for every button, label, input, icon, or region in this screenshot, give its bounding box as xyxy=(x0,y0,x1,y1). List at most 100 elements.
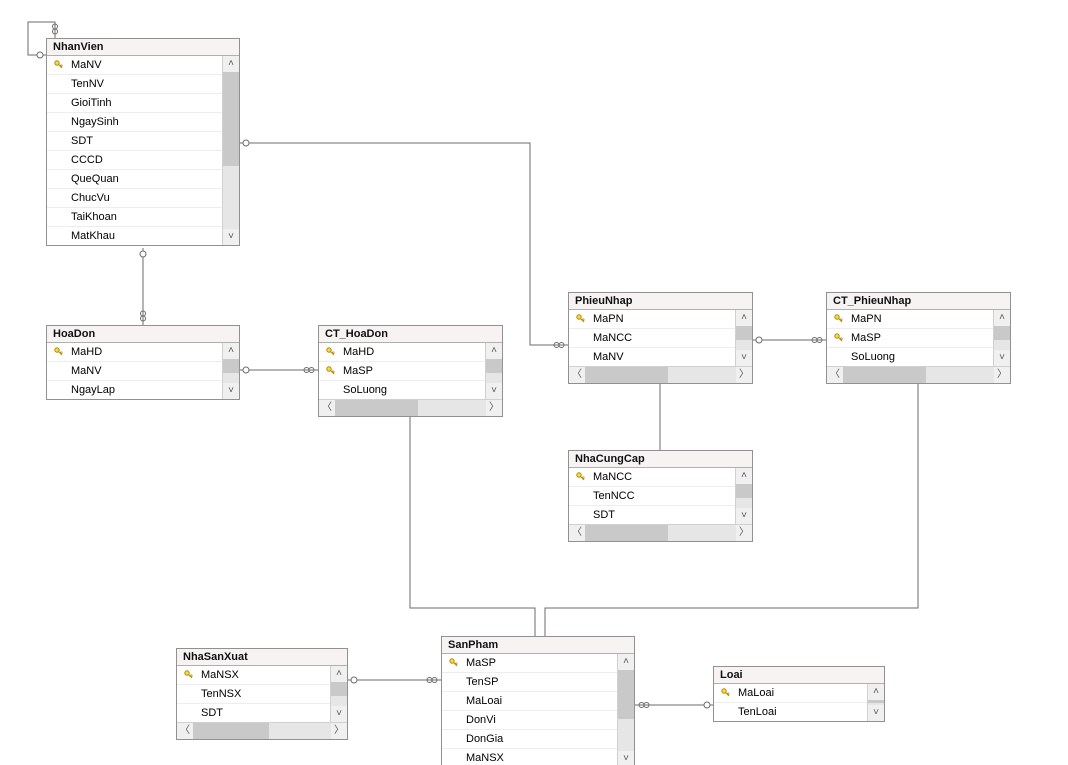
scroll-track[interactable] xyxy=(223,359,239,383)
table-nhasanxuat[interactable]: NhaSanXuatMaNSXTenNSXSDT˄˅〈〉 xyxy=(176,648,348,740)
scroll-down-button[interactable]: ˅ xyxy=(994,350,1010,366)
table-row[interactable]: MaHD xyxy=(319,343,485,362)
table-row[interactable]: MaNCC xyxy=(569,468,735,487)
table-row[interactable]: SDT xyxy=(177,704,330,722)
vertical-scrollbar[interactable]: ˄˅ xyxy=(330,666,347,722)
scroll-track[interactable] xyxy=(585,525,736,541)
horizontal-scrollbar[interactable]: 〈〉 xyxy=(569,524,752,541)
table-row[interactable]: MatKhau xyxy=(47,227,222,245)
table-title[interactable]: CT_PhieuNhap xyxy=(827,293,1010,310)
table-title[interactable]: Loai xyxy=(714,667,884,684)
scroll-down-button[interactable]: ˅ xyxy=(618,751,634,765)
table-nhanvien[interactable]: NhanVienMaNVTenNVGioiTinhNgaySinhSDTCCCD… xyxy=(46,38,240,246)
table-title[interactable]: PhieuNhap xyxy=(569,293,752,310)
table-title[interactable]: CT_HoaDon xyxy=(319,326,502,343)
table-nhacungcap[interactable]: NhaCungCapMaNCCTenNCCSDT˄˅〈〉 xyxy=(568,450,753,542)
scroll-thumb[interactable] xyxy=(618,670,634,719)
scroll-left-button[interactable]: 〈 xyxy=(177,723,193,739)
scroll-up-button[interactable]: ˄ xyxy=(994,310,1010,326)
table-row[interactable]: SoLuong xyxy=(827,348,993,366)
table-row[interactable]: TaiKhoan xyxy=(47,208,222,227)
scroll-right-button[interactable]: 〉 xyxy=(994,367,1010,383)
scroll-up-button[interactable]: ˄ xyxy=(736,310,752,326)
table-row[interactable]: MaNV xyxy=(569,348,735,366)
scroll-down-button[interactable]: ˅ xyxy=(868,705,884,721)
table-ctphieunhap[interactable]: CT_PhieuNhapMaPNMaSPSoLuong˄˅〈〉 xyxy=(826,292,1011,384)
scroll-up-button[interactable]: ˄ xyxy=(331,666,347,682)
vertical-scrollbar[interactable]: ˄˅ xyxy=(617,654,634,765)
scroll-up-button[interactable]: ˄ xyxy=(223,343,239,359)
table-row[interactable]: MaSP xyxy=(442,654,617,673)
table-row[interactable]: DonGia xyxy=(442,730,617,749)
diagram-canvas[interactable]: NhanVienMaNVTenNVGioiTinhNgaySinhSDTCCCD… xyxy=(0,0,1068,765)
scroll-track[interactable] xyxy=(994,326,1010,350)
vertical-scrollbar[interactable]: ˄˅ xyxy=(993,310,1010,366)
scroll-right-button[interactable]: 〉 xyxy=(331,723,347,739)
horizontal-scrollbar[interactable]: 〈〉 xyxy=(319,399,502,416)
scroll-left-button[interactable]: 〈 xyxy=(569,367,585,383)
horizontal-scrollbar[interactable]: 〈〉 xyxy=(177,722,347,739)
scroll-left-button[interactable]: 〈 xyxy=(319,400,335,416)
table-phieunhap[interactable]: PhieuNhapMaPNMaNCCMaNV˄˅〈〉 xyxy=(568,292,753,384)
scroll-thumb[interactable] xyxy=(193,723,269,739)
table-row[interactable]: TenLoai xyxy=(714,703,867,721)
scroll-thumb[interactable] xyxy=(331,682,347,696)
table-row[interactable]: MaNCC xyxy=(569,329,735,348)
table-row[interactable]: MaNV xyxy=(47,362,222,381)
scroll-track[interactable] xyxy=(843,367,994,383)
scroll-left-button[interactable]: 〈 xyxy=(569,525,585,541)
scroll-thumb[interactable] xyxy=(335,400,418,416)
table-row[interactable]: MaLoai xyxy=(714,684,867,703)
scroll-up-button[interactable]: ˄ xyxy=(736,468,752,484)
table-row[interactable]: MaNV xyxy=(47,56,222,75)
scroll-thumb[interactable] xyxy=(736,484,752,498)
table-row[interactable]: TenSP xyxy=(442,673,617,692)
horizontal-scrollbar[interactable]: 〈〉 xyxy=(569,366,752,383)
table-row[interactable]: MaPN xyxy=(569,310,735,329)
scroll-thumb[interactable] xyxy=(223,359,239,373)
table-row[interactable]: SDT xyxy=(569,506,735,524)
scroll-track[interactable] xyxy=(618,670,634,751)
scroll-track[interactable] xyxy=(736,326,752,350)
scroll-right-button[interactable]: 〉 xyxy=(736,525,752,541)
scroll-up-button[interactable]: ˄ xyxy=(223,56,239,72)
table-row[interactable]: NgayLap xyxy=(47,381,222,399)
scroll-track[interactable] xyxy=(331,682,347,706)
table-row[interactable]: CCCD xyxy=(47,151,222,170)
scroll-track[interactable] xyxy=(736,484,752,508)
table-row[interactable]: MaSP xyxy=(827,329,993,348)
table-row[interactable]: TenNCC xyxy=(569,487,735,506)
scroll-down-button[interactable]: ˅ xyxy=(486,383,502,399)
table-row[interactable]: MaLoai xyxy=(442,692,617,711)
scroll-down-button[interactable]: ˅ xyxy=(331,706,347,722)
table-row[interactable]: MaNSX xyxy=(442,749,617,765)
scroll-thumb[interactable] xyxy=(585,525,668,541)
table-title[interactable]: NhaCungCap xyxy=(569,451,752,468)
scroll-down-button[interactable]: ˅ xyxy=(736,508,752,524)
horizontal-scrollbar[interactable]: 〈〉 xyxy=(827,366,1010,383)
table-sanpham[interactable]: SanPhamMaSPTenSPMaLoaiDonViDonGiaMaNSX˄˅ xyxy=(441,636,635,765)
table-row[interactable]: QueQuan xyxy=(47,170,222,189)
vertical-scrollbar[interactable]: ˄˅ xyxy=(485,343,502,399)
scroll-right-button[interactable]: 〉 xyxy=(736,367,752,383)
scroll-up-button[interactable]: ˄ xyxy=(486,343,502,359)
scroll-right-button[interactable]: 〉 xyxy=(486,400,502,416)
scroll-up-button[interactable]: ˄ xyxy=(618,654,634,670)
scroll-thumb[interactable] xyxy=(223,72,239,166)
scroll-thumb[interactable] xyxy=(994,326,1010,340)
vertical-scrollbar[interactable]: ˄˅ xyxy=(735,468,752,524)
table-row[interactable]: MaPN xyxy=(827,310,993,329)
table-row[interactable]: NgaySinh xyxy=(47,113,222,132)
scroll-left-button[interactable]: 〈 xyxy=(827,367,843,383)
table-row[interactable]: MaSP xyxy=(319,362,485,381)
scroll-down-button[interactable]: ˅ xyxy=(736,350,752,366)
scroll-thumb[interactable] xyxy=(868,700,884,703)
table-title[interactable]: SanPham xyxy=(442,637,634,654)
vertical-scrollbar[interactable]: ˄˅ xyxy=(735,310,752,366)
vertical-scrollbar[interactable]: ˄˅ xyxy=(222,343,239,399)
table-title[interactable]: NhaSanXuat xyxy=(177,649,347,666)
scroll-thumb[interactable] xyxy=(736,326,752,340)
scroll-track[interactable] xyxy=(585,367,736,383)
table-loai[interactable]: LoaiMaLoaiTenLoai˄˅ xyxy=(713,666,885,722)
table-row[interactable]: TenNV xyxy=(47,75,222,94)
